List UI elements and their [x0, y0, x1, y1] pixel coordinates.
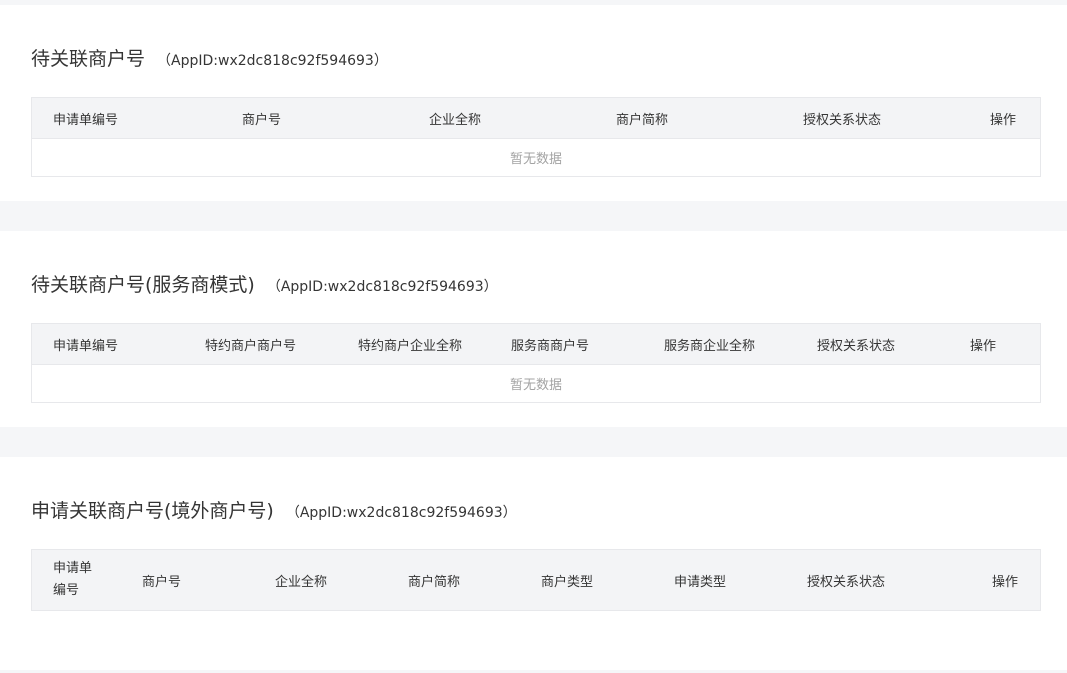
column-header-actions: 操作: [970, 338, 997, 354]
pending-merchant-service-provider-table: 申请单编号 特约商户商户号 特约商户企业全称 服务商商户号 服务商企业全称 授权…: [31, 323, 1041, 403]
column-header-merchant-no: 商户号: [142, 574, 182, 590]
column-header-merchant-short-name: 商户简称: [408, 574, 461, 590]
column-header-actions: 操作: [990, 112, 1017, 128]
section-appid: （AppID:wx2dc818c92f594693）: [157, 53, 388, 69]
section-title: 待关联商户号(服务商模式): [31, 274, 255, 296]
column-header-company-name: 企业全称: [275, 574, 328, 590]
section-title: 申请关联商户号(境外商户号): [31, 500, 274, 522]
overseas-merchant-table: 申请单编号 商户号 企业全称 商户简称 商户类型 申请类型 授权关系状态 操作: [31, 549, 1041, 611]
column-header-auth-status: 授权关系状态: [817, 338, 896, 354]
empty-state: 暂无数据: [32, 364, 1040, 402]
table-header: 申请单编号 商户号 企业全称 商户简称 授权关系状态 操作: [32, 98, 1040, 138]
column-header-sub-merchant-no: 特约商户商户号: [205, 338, 297, 354]
section-title: 待关联商户号: [31, 48, 146, 70]
empty-state: 暂无数据: [32, 138, 1040, 176]
page: 待关联商户号 （AppID:wx2dc818c92f594693） 申请单编号 …: [0, 0, 1067, 673]
column-header-application-no: 申请单编号: [53, 561, 93, 598]
column-header-auth-status: 授权关系状态: [803, 112, 882, 128]
section-header: 申请关联商户号(境外商户号) （AppID:wx2dc818c92f594693…: [31, 496, 517, 523]
table-header: 申请单编号 特约商户商户号 特约商户企业全称 服务商商户号 服务商企业全称 授权…: [32, 324, 1040, 364]
section-appid: （AppID:wx2dc818c92f594693）: [266, 279, 498, 295]
table-header: 申请单编号 商户号 企业全称 商户简称 商户类型 申请类型 授权关系状态 操作: [32, 550, 1040, 610]
column-header-provider-company: 服务商企业全称: [664, 338, 756, 354]
column-header-company-name: 企业全称: [429, 112, 482, 128]
column-header-application-no: 申请单编号: [53, 112, 119, 128]
column-header-application-no: 申请单编号: [53, 338, 119, 354]
column-header-merchant-type: 商户类型: [541, 574, 594, 590]
column-header-actions: 操作: [992, 574, 1019, 590]
pending-merchant-table: 申请单编号 商户号 企业全称 商户简称 授权关系状态 操作 暂无数据: [31, 97, 1041, 177]
column-header-provider-merchant-no: 服务商商户号: [511, 338, 590, 354]
section-appid: （AppID:wx2dc818c92f594693）: [285, 505, 517, 521]
section-header: 待关联商户号(服务商模式) （AppID:wx2dc818c92f594693）: [31, 270, 498, 297]
column-header-auth-status: 授权关系状态: [807, 574, 886, 590]
pending-merchant-section: 待关联商户号 （AppID:wx2dc818c92f594693） 申请单编号 …: [0, 5, 1067, 201]
pending-merchant-service-provider-section: 待关联商户号(服务商模式) （AppID:wx2dc818c92f594693）…: [0, 231, 1067, 427]
column-header-merchant-short-name: 商户简称: [616, 112, 669, 128]
column-header-application-type: 申请类型: [674, 574, 727, 590]
column-header-sub-merchant-company: 特约商户企业全称: [358, 338, 463, 354]
section-header: 待关联商户号 （AppID:wx2dc818c92f594693）: [31, 44, 388, 71]
overseas-merchant-section: 申请关联商户号(境外商户号) （AppID:wx2dc818c92f594693…: [0, 457, 1067, 670]
column-header-merchant-no: 商户号: [242, 112, 282, 128]
